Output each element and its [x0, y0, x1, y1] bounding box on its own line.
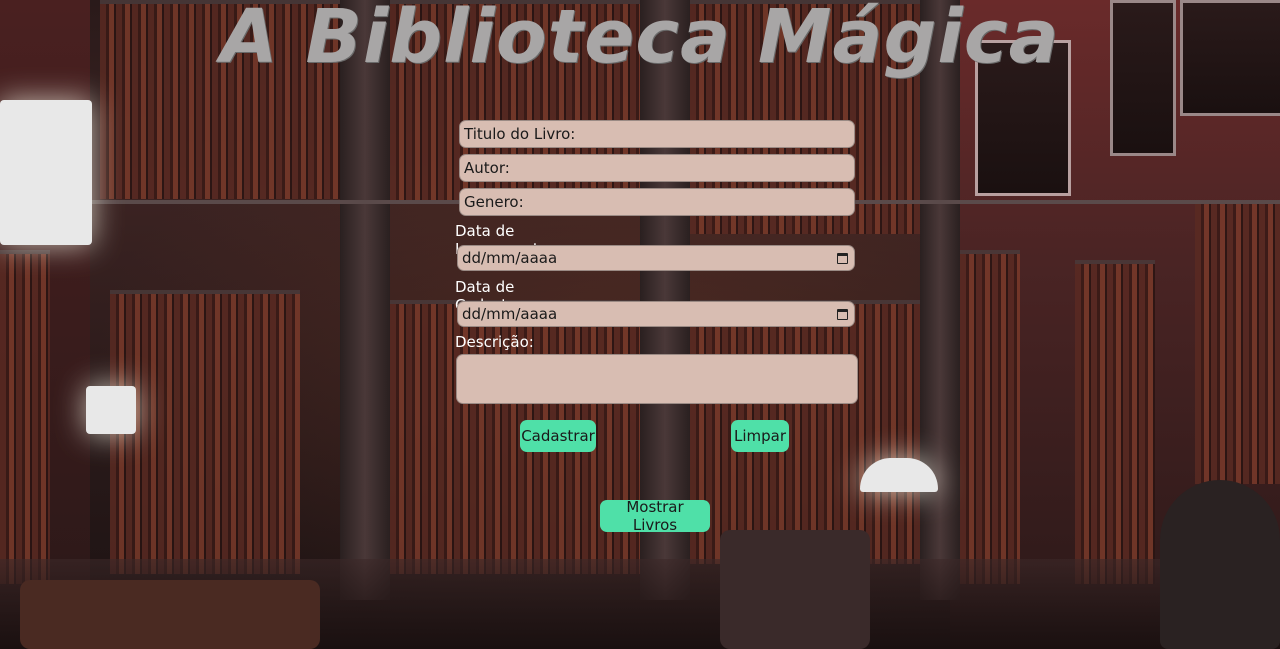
bookshelf [690, 300, 920, 564]
descricao-label: Descrição: [455, 333, 534, 351]
limpar-button[interactable]: Limpar [731, 420, 789, 452]
titulo-input[interactable]: Titulo do Livro: [459, 120, 855, 148]
lamp [86, 386, 136, 434]
calendar-icon[interactable] [837, 308, 848, 320]
pillar [340, 0, 390, 600]
pillar [920, 0, 960, 600]
autor-input[interactable]: Autor: [459, 154, 855, 182]
lancamento-date-placeholder: dd/mm/aaaa [462, 249, 558, 267]
calendar-icon[interactable] [837, 252, 848, 264]
genero-input[interactable]: Genero: [459, 188, 855, 216]
lancamento-date-input[interactable]: dd/mm/aaaa [457, 245, 855, 271]
table [20, 580, 320, 649]
mostrar-livros-button[interactable]: Mostrar Livros [600, 498, 710, 534]
bookshelf [0, 250, 50, 584]
armchair [720, 530, 870, 649]
bookshelf [110, 290, 300, 574]
descricao-textarea[interactable] [456, 354, 858, 404]
lamp [0, 100, 92, 245]
page-title: A Biblioteca Mágica [220, 0, 1060, 80]
bookshelf [960, 250, 1020, 584]
cadastro-date-placeholder: dd/mm/aaaa [462, 305, 558, 323]
bookshelf [1075, 260, 1155, 584]
globe [1160, 480, 1280, 649]
cadastro-date-input[interactable]: dd/mm/aaaa [457, 301, 855, 327]
cadastrar-button[interactable]: Cadastrar [520, 420, 596, 452]
bookshelf [1195, 200, 1280, 484]
